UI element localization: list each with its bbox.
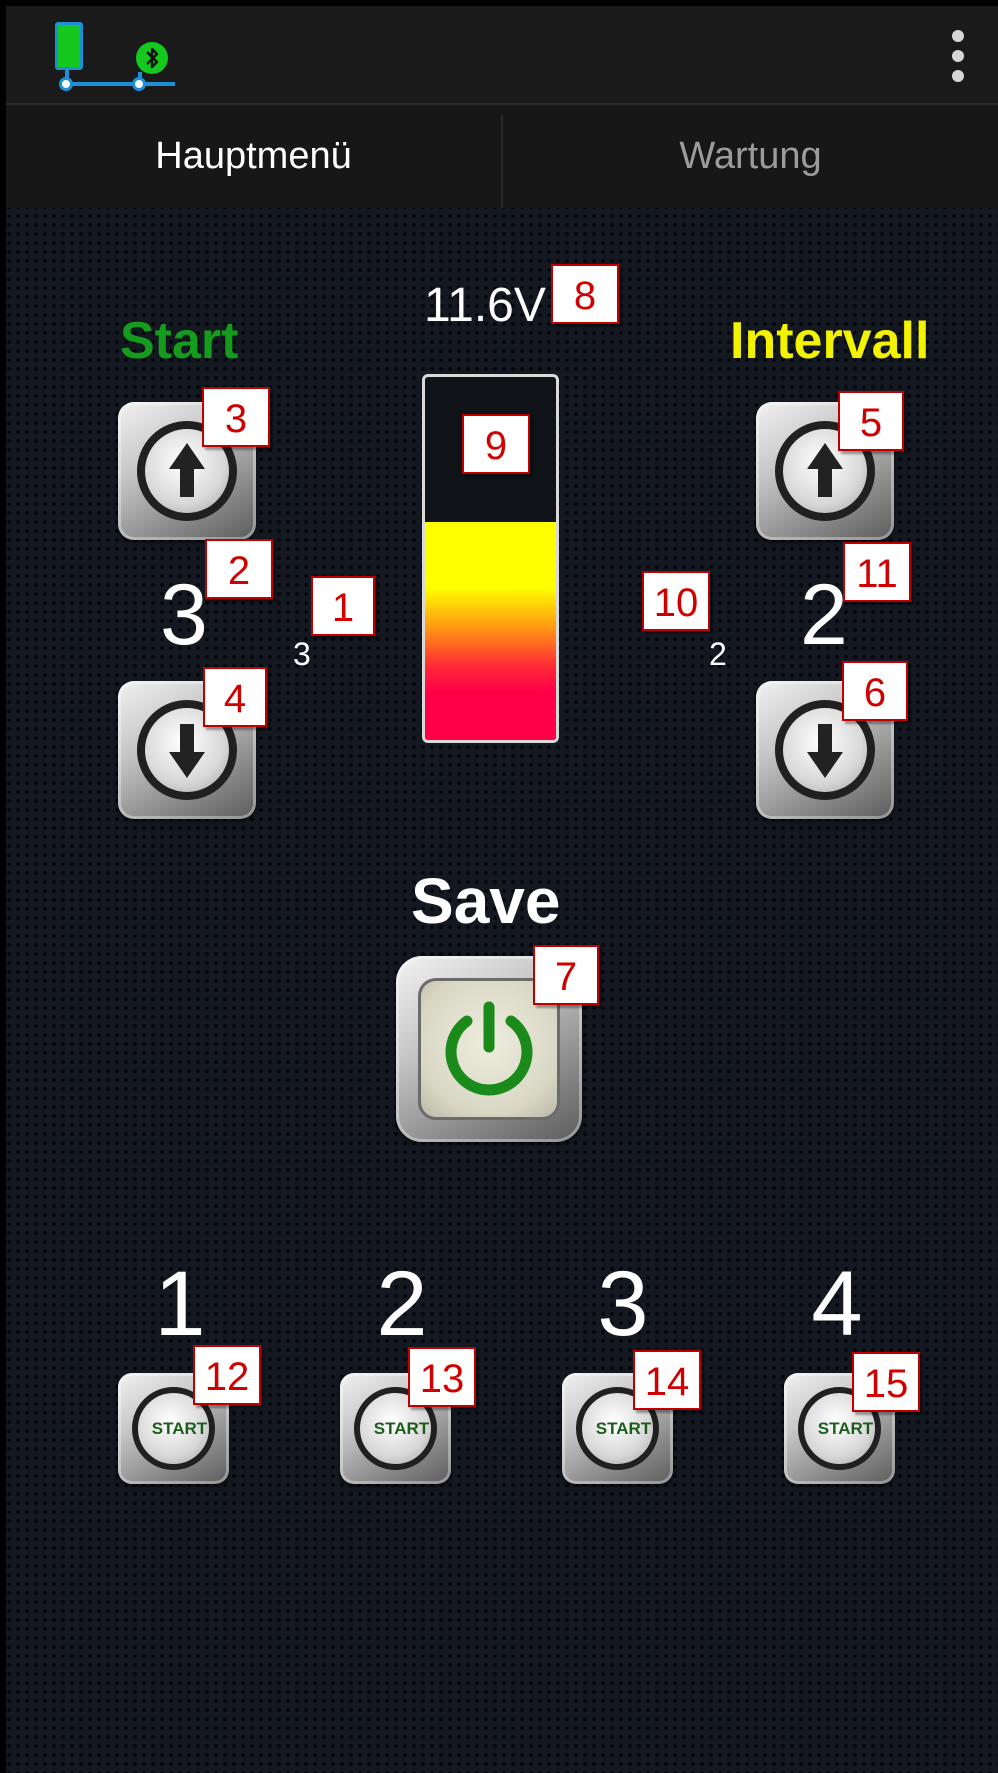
annotation-marker: 15 bbox=[852, 1352, 920, 1412]
intervall-label: Intervall bbox=[730, 312, 930, 370]
tab-hauptmenu[interactable]: Hauptmenü bbox=[6, 105, 501, 208]
annotation-marker: 1 bbox=[311, 576, 375, 636]
voltage-readout: 11.6V bbox=[424, 279, 546, 332]
channel-number: 4 bbox=[811, 1253, 863, 1355]
status-bar bbox=[6, 6, 998, 105]
app-screen: Hauptmenü Wartung Start Intervall 11.6V … bbox=[6, 6, 998, 1773]
annotation-marker: 4 bbox=[203, 667, 267, 727]
tab-bar: Hauptmenü Wartung bbox=[6, 105, 998, 208]
more-vertical-icon[interactable] bbox=[946, 30, 970, 94]
annotation-marker: 6 bbox=[842, 661, 908, 721]
annotation-marker: 5 bbox=[838, 391, 904, 451]
annotation-marker: 2 bbox=[205, 539, 273, 599]
start-label: Start bbox=[120, 312, 239, 370]
annotation-marker: 9 bbox=[462, 414, 530, 474]
annotation-marker: 8 bbox=[551, 264, 619, 324]
phone-device-icon bbox=[55, 22, 83, 70]
annotation-marker: 11 bbox=[843, 542, 911, 602]
connection-node bbox=[132, 77, 146, 91]
connection-line bbox=[65, 82, 175, 86]
annotation-marker: 13 bbox=[408, 1347, 476, 1407]
save-label: Save bbox=[411, 865, 561, 937]
voltage-gauge-fill bbox=[425, 522, 556, 740]
bluetooth-icon bbox=[136, 42, 168, 74]
channel-number: 1 bbox=[154, 1253, 206, 1355]
intervall-value: 2 bbox=[800, 567, 848, 663]
connection-node bbox=[59, 77, 73, 91]
channel-number: 2 bbox=[376, 1253, 428, 1355]
channel-number: 3 bbox=[597, 1253, 649, 1355]
annotation-marker: 3 bbox=[202, 387, 270, 447]
annotation-marker: 12 bbox=[193, 1345, 261, 1405]
tab-wartung[interactable]: Wartung bbox=[503, 105, 998, 208]
annotation-marker: 10 bbox=[642, 571, 710, 631]
annotation-marker: 7 bbox=[533, 945, 599, 1005]
start-small-value: 3 bbox=[293, 636, 311, 672]
start-value: 3 bbox=[160, 567, 208, 663]
annotation-marker: 14 bbox=[633, 1350, 701, 1410]
intervall-small-value: 2 bbox=[709, 636, 727, 672]
